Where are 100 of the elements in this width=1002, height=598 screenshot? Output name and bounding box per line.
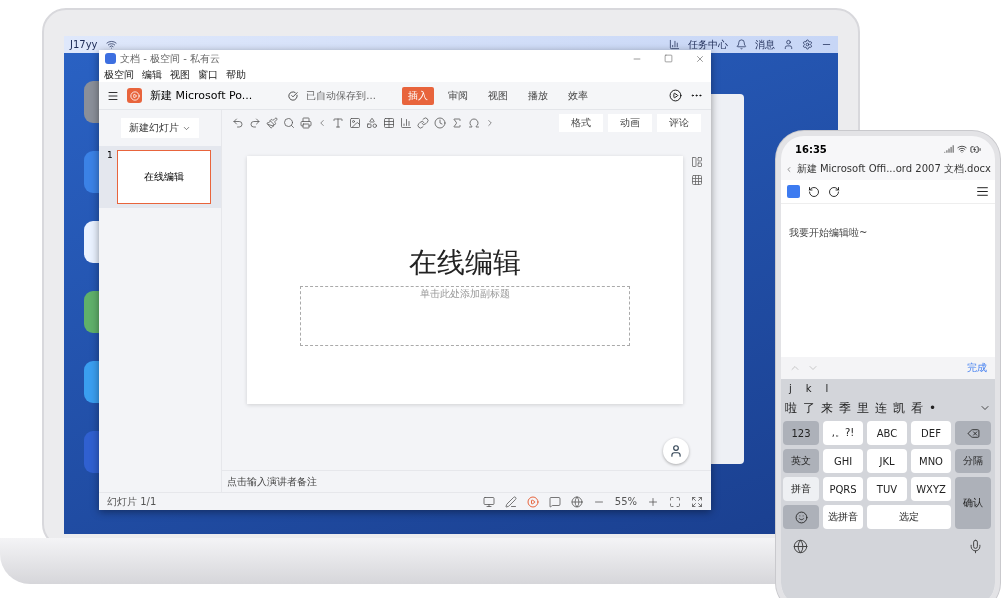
candidate-character[interactable]: 看 (911, 399, 923, 417)
desktop-app-icon[interactable] (84, 221, 99, 263)
slide-thumbnail[interactable]: 在线编辑 (116, 150, 211, 204)
keyboard-key[interactable]: WXYZ (911, 477, 951, 501)
signal-icon (944, 144, 954, 154)
space-key[interactable]: 选定 (867, 505, 951, 529)
candidate-character[interactable]: 连 (875, 399, 887, 417)
keyboard-key[interactable]: 123 (783, 421, 819, 445)
phone-document-title: 新建 Microsoft Offi...ord 2007 文档.docx (796, 162, 991, 176)
pen-icon[interactable] (504, 495, 517, 508)
keyboard-key[interactable]: GHI (823, 449, 863, 473)
desktop-app-icon[interactable] (84, 361, 99, 403)
phone-time: 16:35 (795, 143, 827, 155)
ribbon-tab[interactable]: 审阅 (441, 86, 474, 105)
redo-icon[interactable] (828, 185, 840, 198)
candidate-character[interactable]: 啦 (785, 399, 797, 417)
user-name[interactable]: J17yy (70, 39, 98, 50)
app-logo-icon (105, 53, 116, 64)
confirm-key[interactable]: 确认 (955, 477, 991, 529)
tasks-icon[interactable] (669, 39, 680, 50)
keyboard-key[interactable]: MNO (911, 449, 951, 473)
microphone-icon[interactable] (968, 539, 983, 554)
panel-tab[interactable]: 格式 (559, 114, 603, 132)
table-icon[interactable] (383, 117, 395, 129)
symbol-icon[interactable] (468, 117, 480, 129)
menu-icon[interactable] (976, 185, 989, 198)
panel-tab[interactable]: 动画 (608, 114, 652, 132)
search-icon[interactable] (283, 117, 295, 129)
fullscreen-icon[interactable] (691, 495, 703, 508)
chevron-left-icon[interactable] (317, 118, 327, 128)
bell-icon[interactable] (736, 39, 747, 50)
save-status: 已自动保存到... (306, 88, 376, 103)
undo-icon[interactable] (808, 185, 820, 198)
keyboard-key[interactable]: ,。?! (823, 421, 863, 445)
menu-item[interactable]: 视图 (170, 67, 190, 82)
shapes-icon[interactable] (366, 117, 378, 129)
desktop-app-icon[interactable] (84, 291, 99, 333)
formula-icon[interactable] (451, 117, 463, 129)
delete-key[interactable] (955, 421, 991, 445)
keyboard-key[interactable]: DEF (911, 421, 951, 445)
keyboard-key[interactable]: ABC (867, 421, 907, 445)
slide-title[interactable]: 在线编辑 (409, 244, 521, 282)
chevron-right-icon[interactable] (485, 118, 495, 128)
menu-item[interactable]: 编辑 (142, 67, 162, 82)
candidate-character[interactable]: 里 (857, 399, 869, 417)
globe-icon[interactable] (570, 495, 583, 508)
ribbon-tab[interactable]: 视图 (481, 86, 514, 105)
layout-icon[interactable] (691, 156, 703, 168)
menu-item[interactable]: 帮助 (226, 67, 246, 82)
chart-icon[interactable] (400, 117, 412, 129)
fit-icon[interactable] (669, 495, 681, 508)
pinyin-letter[interactable]: l (825, 382, 829, 394)
speaker-notes-placeholder[interactable]: 点击输入演讲者备注 (227, 474, 317, 489)
link-icon[interactable] (417, 117, 429, 129)
maximize-icon[interactable] (664, 54, 673, 63)
keyboard-key[interactable]: PQRS (823, 477, 863, 501)
image-icon[interactable] (349, 117, 361, 129)
keyboard-key[interactable]: 英文 (783, 449, 819, 473)
document-text[interactable]: 我要开始编辑啦~ (789, 227, 868, 238)
grid-icon[interactable] (691, 174, 703, 186)
candidate-character[interactable]: 来 (821, 399, 833, 417)
clock-icon[interactable] (434, 117, 446, 129)
slide-list-item[interactable]: 1 在线编辑 (99, 146, 221, 208)
keyboard-key[interactable]: 选拼音 (823, 505, 863, 529)
text-box-icon[interactable] (332, 117, 344, 129)
new-slide-button[interactable]: 新建幻灯片 (121, 118, 199, 138)
keyboard-key[interactable]: 分隔 (955, 449, 991, 473)
settings-icon[interactable] (802, 39, 813, 50)
play-icon[interactable] (669, 89, 682, 102)
panel-tab[interactable]: 评论 (657, 114, 701, 132)
keyboard-key[interactable]: TUV (867, 477, 907, 501)
normal-view-icon[interactable] (482, 495, 495, 508)
zoom-in-icon[interactable] (647, 495, 659, 508)
word-logo-icon (787, 185, 800, 198)
emoji-key[interactable] (783, 505, 819, 529)
ribbon-tab[interactable]: 效率 (561, 86, 594, 105)
menu-item[interactable]: 极空间 (104, 67, 134, 82)
pinyin-letter[interactable]: j (789, 382, 792, 394)
candidate-character[interactable]: • (929, 401, 937, 415)
notes-icon[interactable] (548, 495, 561, 508)
close-icon[interactable] (695, 53, 705, 64)
assistant-avatar[interactable] (663, 438, 689, 464)
menu-icon[interactable] (107, 89, 119, 102)
keyboard-key[interactable]: JKL (867, 449, 907, 473)
candidate-character[interactable]: 了 (803, 399, 815, 417)
slide-count: 幻灯片 1/1 (107, 494, 157, 509)
keyboard-key[interactable]: 拼音 (783, 477, 819, 501)
globe-icon[interactable] (793, 539, 808, 554)
top-bar-link[interactable]: 消息 (755, 37, 775, 52)
pinyin-letter[interactable]: k (805, 382, 812, 394)
menu-item[interactable]: 窗口 (198, 67, 218, 82)
top-bar-link[interactable]: 任务中心 (688, 37, 728, 52)
done-link[interactable]: 完成 (967, 361, 987, 375)
format-painter-icon[interactable] (266, 117, 278, 129)
candidate-character[interactable]: 季 (839, 399, 851, 417)
ribbon-tab[interactable]: 播放 (521, 86, 554, 105)
user-icon[interactable] (783, 39, 794, 50)
print-icon[interactable] (300, 117, 312, 129)
candidate-character[interactable]: 凯 (893, 399, 905, 417)
presentation-icon (127, 88, 142, 103)
